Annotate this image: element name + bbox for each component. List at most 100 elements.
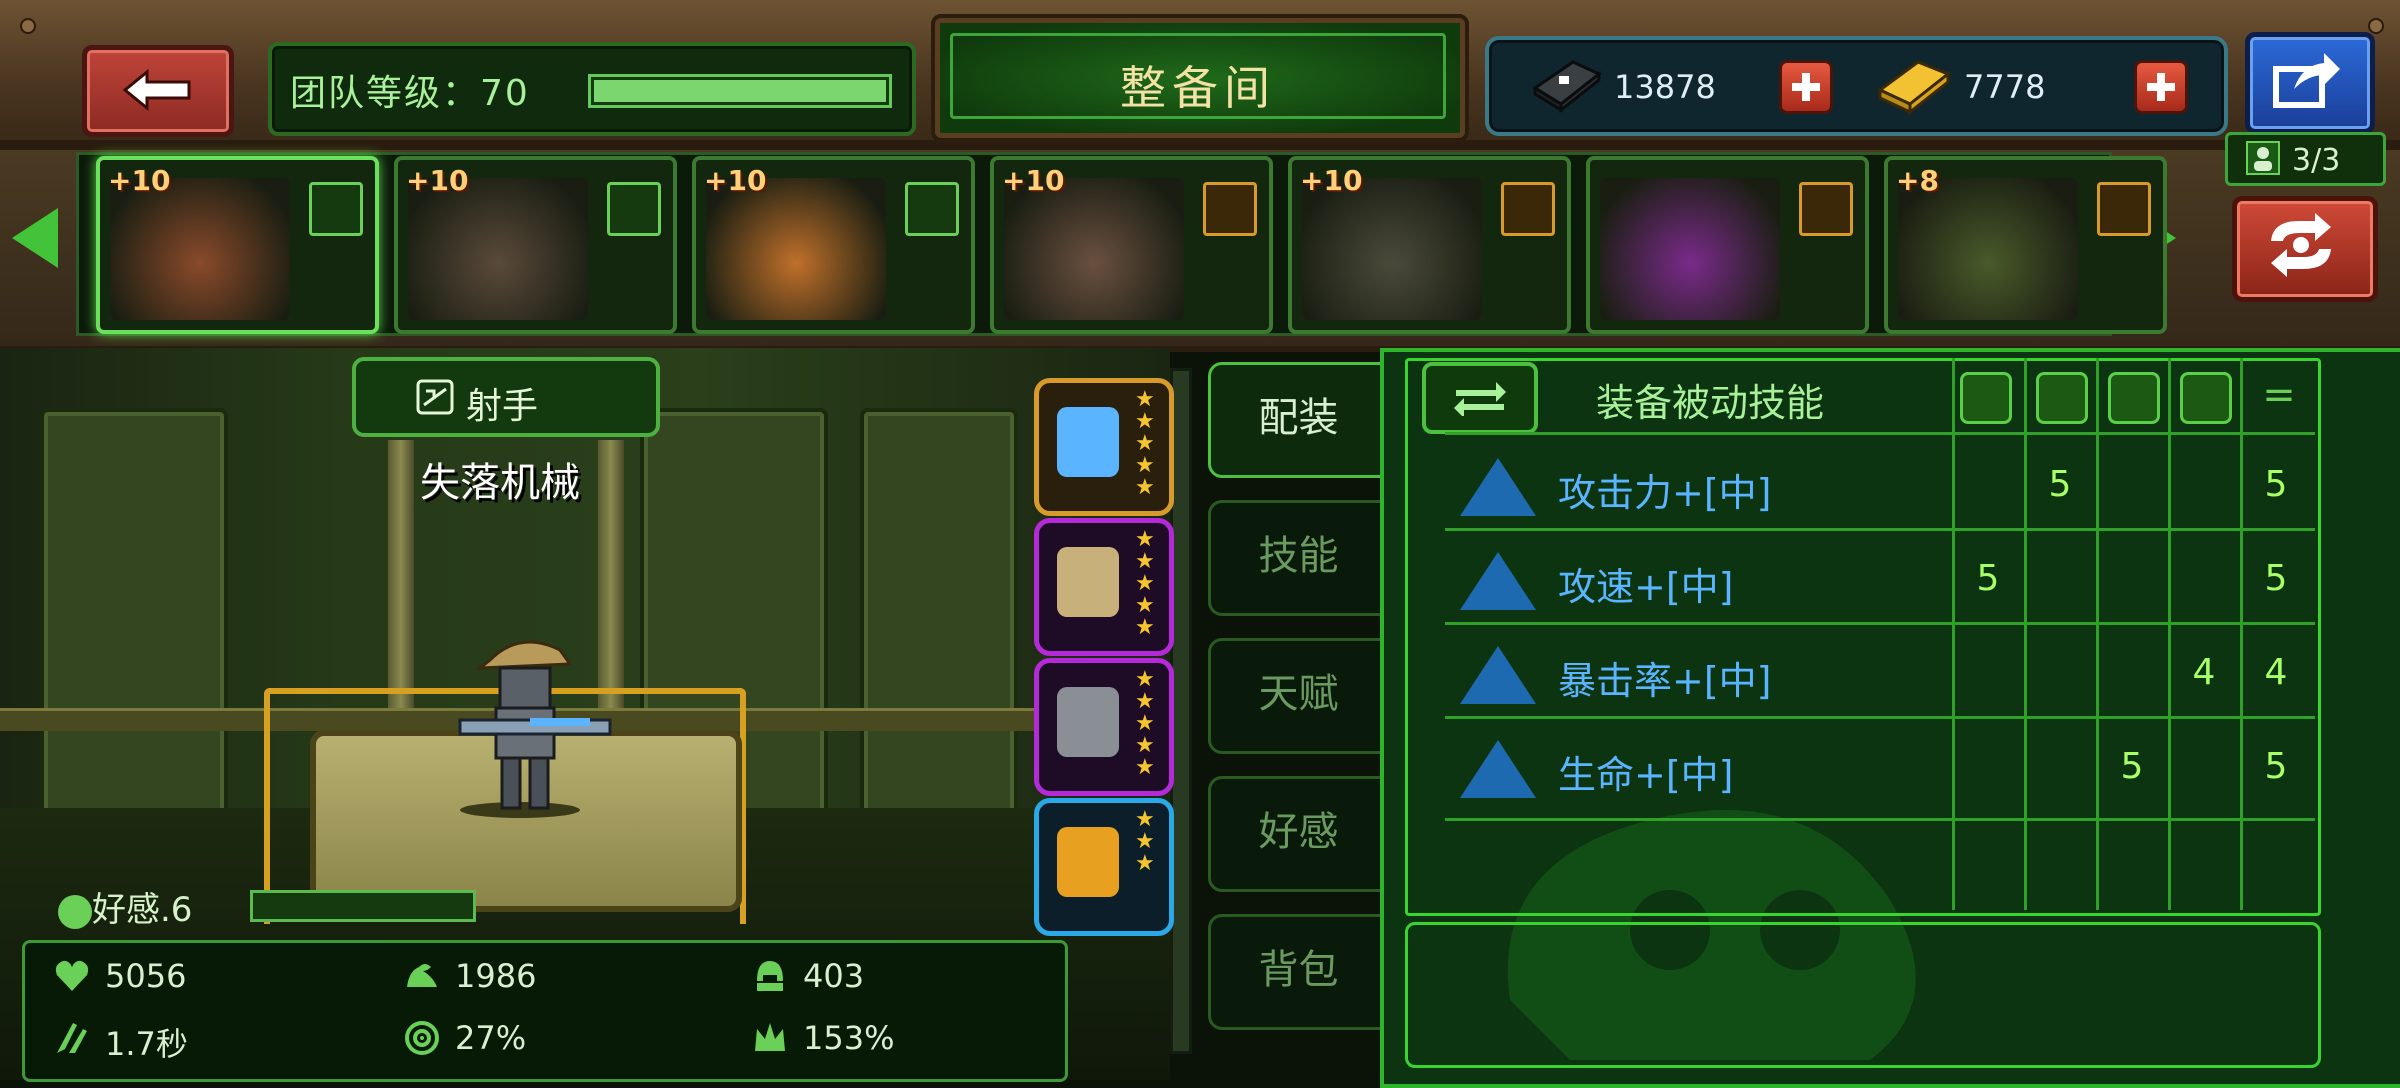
ring-column-icon xyxy=(2180,372,2232,424)
swap-skills-button[interactable] xyxy=(1422,362,1538,434)
team-count-value: 3/3 xyxy=(2292,143,2341,178)
support-icon xyxy=(1203,182,1257,236)
skill-table xyxy=(1405,358,2321,916)
table-column-divider xyxy=(2240,358,2243,910)
hero-enhance-level: +10 xyxy=(1002,164,1065,197)
support-icon xyxy=(1799,182,1853,236)
page-title: 整备间 xyxy=(1120,61,1276,115)
hero-enhance-level: +10 xyxy=(108,164,171,197)
helmet-stat-icon xyxy=(757,961,783,991)
team-member-icon xyxy=(905,182,959,236)
table-row-divider xyxy=(1445,528,2315,531)
swap-icon xyxy=(2271,213,2331,277)
ring-icon xyxy=(1057,827,1119,897)
star-icon: ★ xyxy=(1135,387,1155,412)
class-label: 射手 xyxy=(466,386,539,427)
chip-currency-value: 13878 xyxy=(1614,68,1716,106)
team-level-panel: 团队等级：70 xyxy=(268,42,916,136)
tab-1[interactable]: 配装 xyxy=(1208,362,1389,478)
equipment-slot-3[interactable]: ★ ★ ★ ★ ★ xyxy=(1034,658,1174,796)
tab-5[interactable]: 背包 xyxy=(1208,914,1389,1030)
swap-arrows-icon xyxy=(1454,382,1506,416)
affinity-bar xyxy=(250,890,476,922)
team-level-bar-fill xyxy=(594,80,886,102)
hero-card-bearded-hero[interactable]: +10 xyxy=(394,156,677,334)
gold-bar-icon xyxy=(1877,60,1951,116)
hero-card-cowboy-hero[interactable]: +10 xyxy=(96,156,379,334)
back-button[interactable] xyxy=(82,45,234,137)
hero-portrait xyxy=(110,178,290,320)
roster-prev-arrow-icon[interactable] xyxy=(12,208,58,268)
total-column-icon: = xyxy=(2262,372,2296,418)
hero-enhance-level: +8 xyxy=(1896,164,1939,197)
hero-portrait xyxy=(1302,178,1482,320)
tab-2[interactable]: 技能 xyxy=(1208,500,1389,616)
support-icon xyxy=(1501,182,1555,236)
skill-level-value: 5 xyxy=(2264,558,2288,599)
title-panel: 整备间 xyxy=(931,14,1469,142)
skill-level-value: 5 xyxy=(1976,558,2000,599)
heart-icon xyxy=(55,960,89,991)
title-frame: 整备间 xyxy=(950,33,1446,119)
table-row-divider xyxy=(1445,716,2315,719)
add-gold-button[interactable] xyxy=(2134,60,2188,114)
rivet xyxy=(20,18,36,34)
back-arrow-icon xyxy=(122,68,191,112)
skill-name: 攻击力+[中] xyxy=(1558,471,1772,515)
skill-icon xyxy=(1460,740,1536,798)
muscle-icon xyxy=(407,964,437,987)
team-level-bar xyxy=(588,74,892,108)
hero-card-cat-hero[interactable]: +10 xyxy=(692,156,975,334)
star-icon: ★ xyxy=(1135,431,1155,456)
hp-value: 5056 xyxy=(105,957,187,995)
star-icon: ★ xyxy=(1135,755,1155,780)
helmet-icon xyxy=(1057,547,1119,617)
defense-value: 403 xyxy=(803,957,865,995)
hero-portrait xyxy=(408,178,588,320)
hero-portrait xyxy=(1600,178,1780,320)
table-column-divider xyxy=(2168,358,2171,910)
stats-panel: 5056 1986 403 1.7秒 27% 153% xyxy=(22,940,1068,1082)
tab-3[interactable]: 天赋 xyxy=(1208,638,1389,754)
skill-level-value: 5 xyxy=(2264,464,2288,505)
hero-card-robot-hero[interactable]: +10 xyxy=(1288,156,1571,334)
star-icon: ★ xyxy=(1135,711,1155,736)
tab-4[interactable]: 好感 xyxy=(1208,776,1389,892)
hero-card-soldier-hero[interactable]: +8 xyxy=(1884,156,2167,334)
class-tag: 射手 xyxy=(352,357,660,437)
hero-portrait xyxy=(706,178,886,320)
rifle-icon xyxy=(1057,407,1119,477)
table-row-divider xyxy=(1445,622,2315,625)
equipment-slot-2[interactable]: ★ ★ ★ ★ ★ xyxy=(1034,518,1174,656)
swap-team-button[interactable] xyxy=(2232,196,2378,302)
star-icon: ★ xyxy=(1135,549,1155,574)
hero-card-purple-beast-hero[interactable] xyxy=(1586,156,1869,334)
gold-currency-value: 7778 xyxy=(1964,68,2046,106)
affinity-label: 好感.6 xyxy=(92,890,193,930)
share-icon xyxy=(2273,53,2340,108)
equipment-slot-4[interactable]: ★ ★ ★ xyxy=(1034,798,1174,936)
rivet xyxy=(2368,18,2384,34)
affinity-row[interactable]: 好感.6 xyxy=(58,882,192,931)
star-icon: ★ xyxy=(1135,689,1155,714)
star-icon: ★ xyxy=(1135,807,1155,832)
hero-card-masked-girl-hero[interactable]: +10 xyxy=(990,156,1273,334)
armor-icon xyxy=(1057,687,1119,757)
equipment-slot-1[interactable]: ★ ★ ★ ★ ★ xyxy=(1034,378,1174,516)
share-button[interactable] xyxy=(2245,32,2375,134)
resource-panel: 13878 7778 xyxy=(1485,36,2228,136)
skill-icon xyxy=(1460,458,1536,516)
hero-enhance-level: +10 xyxy=(1300,164,1363,197)
table-row-divider xyxy=(1445,818,2315,821)
attack-value: 1986 xyxy=(455,957,537,995)
skill-name: 暴击率+[中] xyxy=(1558,659,1772,703)
skill-icon xyxy=(1460,646,1536,704)
helmet-column-icon xyxy=(2036,372,2088,424)
team-member-icon xyxy=(607,182,661,236)
skills-header: 装备被动技能 xyxy=(1596,381,1825,425)
hero-portrait xyxy=(1004,178,1184,320)
character-name: 失落机械 xyxy=(420,460,580,506)
hero-portrait xyxy=(1898,178,2078,320)
team-member-icon xyxy=(309,182,363,236)
add-chip-button[interactable] xyxy=(1779,60,1833,114)
